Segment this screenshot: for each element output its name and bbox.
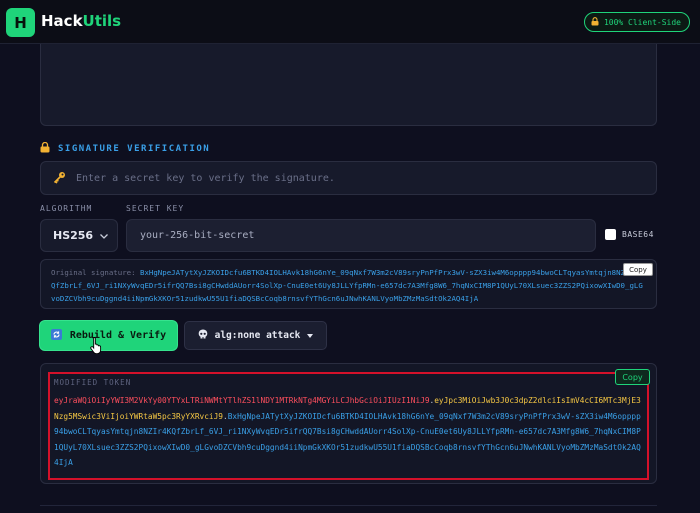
brand-name[interactable]: HackUtils	[41, 12, 121, 30]
original-signature-label: Original signature:	[51, 268, 136, 277]
rebuild-verify-label: Rebuild & Verify	[69, 330, 167, 341]
copy-modified-button[interactable]: Copy	[615, 369, 650, 385]
badge-text: 100% Client-Side	[603, 17, 681, 27]
refresh-icon	[50, 328, 62, 343]
brand-main: Hack	[41, 12, 83, 30]
brand-accent: Utils	[82, 12, 122, 30]
base64-checkbox[interactable]	[605, 229, 616, 240]
algorithm-value: HS256	[53, 229, 94, 242]
base64-option[interactable]: BASE64	[605, 229, 654, 240]
chevron-down-icon	[100, 229, 108, 242]
copy-original-button[interactable]: Copy	[623, 263, 653, 276]
lock-icon	[591, 16, 599, 28]
secret-key-field[interactable]	[126, 219, 596, 252]
modified-token-box[interactable]: MODIFIED TOKEN eyJraWQiOiIyYWI3M2VkYy00Y…	[48, 372, 649, 480]
verify-secret-field[interactable]	[40, 161, 657, 195]
skull-icon	[198, 329, 208, 343]
secret-key-input[interactable]	[140, 230, 580, 241]
top-bar: H HackUtils 100% Client-Side	[0, 0, 700, 44]
section-title-text: SIGNATURE VERIFICATION	[58, 144, 211, 154]
algorithm-select[interactable]: HS256	[40, 219, 118, 252]
algorithm-label: ALGORITHM	[40, 204, 93, 213]
chevron-down-icon	[307, 330, 314, 341]
alg-none-attack-button[interactable]: alg:none attack	[184, 321, 327, 350]
client-side-badge: 100% Client-Side	[583, 12, 690, 32]
verify-secret-input[interactable]	[76, 172, 636, 184]
divider	[40, 505, 657, 506]
rebuild-verify-button[interactable]: Rebuild & Verify	[40, 321, 177, 350]
original-signature-value: BxHgNpeJATytXyJZKOIDcfu6BTKD4IOLHAvk18hG…	[51, 268, 643, 303]
alg-none-label: alg:none attack	[214, 330, 301, 341]
logo[interactable]: H	[6, 8, 35, 37]
original-signature-box: Original signature: BxHgNpeJATytXyJZKOID…	[40, 259, 657, 309]
key-icon	[53, 169, 66, 188]
signature-section-title: SIGNATURE VERIFICATION	[40, 141, 211, 156]
base64-label: BASE64	[622, 230, 654, 239]
pointer-cursor-icon	[90, 336, 104, 358]
token-header-part: eyJraWQiOiIyYWI3M2VkYy00YTYxLTRiNWMtYTlh…	[54, 396, 430, 405]
token-textarea[interactable]	[40, 44, 657, 126]
lock-icon	[40, 141, 50, 156]
modified-token-label: MODIFIED TOKEN	[54, 378, 132, 387]
secret-key-label: SECRET KEY	[126, 204, 185, 213]
